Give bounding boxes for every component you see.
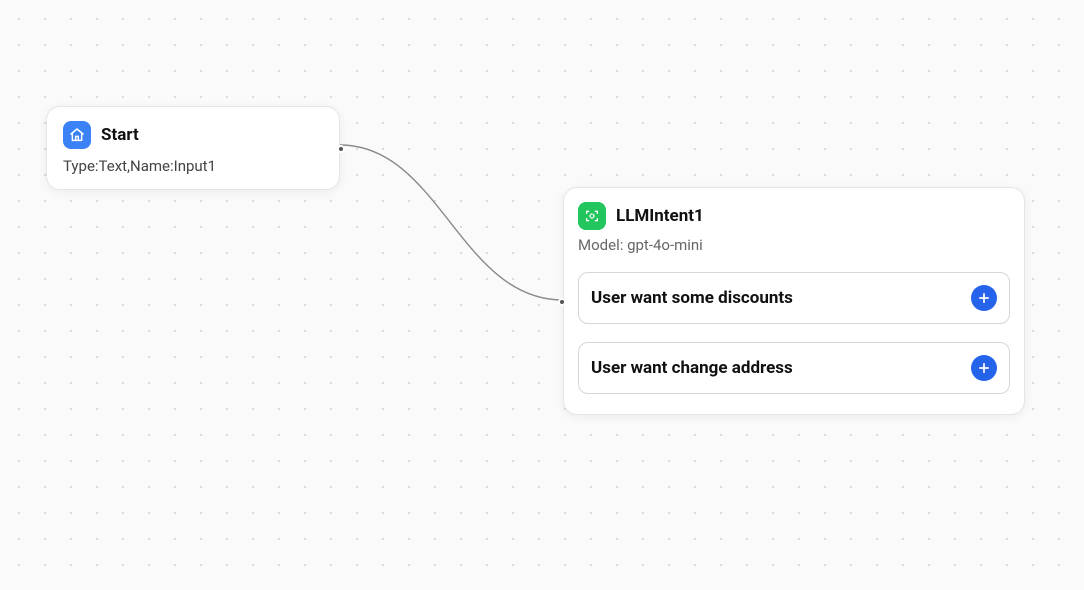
llm-node-subtitle: Model: gpt-4o-mini: [578, 236, 1010, 254]
llm-node-title: LLMIntent1: [616, 206, 704, 226]
intent-row[interactable]: User want change address: [578, 342, 1010, 394]
intent-icon: [578, 202, 606, 230]
add-intent-button[interactable]: [971, 285, 997, 311]
llm-intent-node[interactable]: LLMIntent1 Model: gpt-4o-mini User want …: [563, 187, 1025, 415]
intent-label: User want some discounts: [591, 288, 793, 308]
intent-label: User want change address: [591, 358, 793, 378]
home-icon: [63, 121, 91, 149]
start-node-title: Start: [101, 125, 139, 145]
input-port[interactable]: [558, 298, 566, 306]
output-port[interactable]: [337, 145, 345, 153]
start-node-subtitle: Type:Text,Name:Input1: [63, 157, 323, 175]
start-node[interactable]: Start Type:Text,Name:Input1: [46, 106, 340, 190]
intent-row[interactable]: User want some discounts: [578, 272, 1010, 324]
add-intent-button[interactable]: [971, 355, 997, 381]
